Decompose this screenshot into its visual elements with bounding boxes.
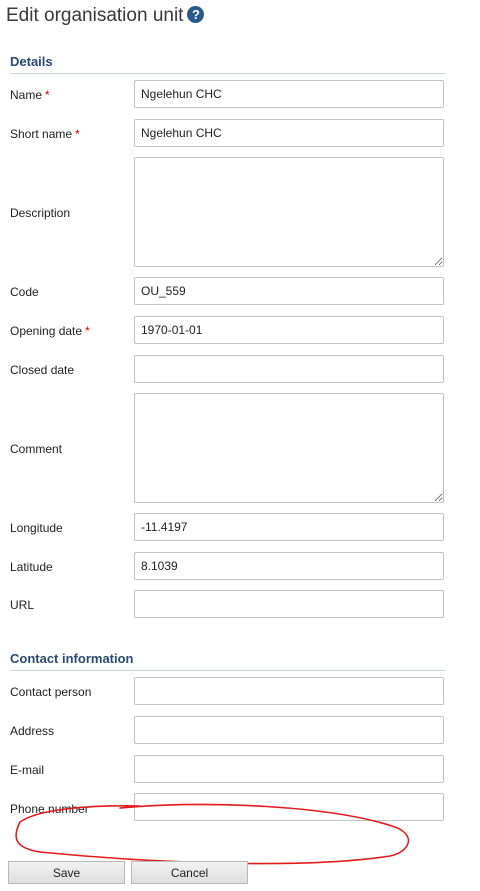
section-header-contact: Contact information bbox=[10, 651, 446, 671]
phone-number-input[interactable] bbox=[134, 793, 444, 821]
required-marker: * bbox=[75, 127, 80, 141]
email-input[interactable] bbox=[134, 755, 444, 783]
comment-textarea[interactable] bbox=[134, 393, 444, 503]
label-address: Address bbox=[10, 724, 55, 738]
label-code: Code bbox=[10, 285, 39, 299]
label-url: URL bbox=[10, 598, 35, 612]
label-latitude: Latitude bbox=[10, 560, 53, 574]
label-name: Name * bbox=[10, 88, 50, 102]
latitude-input[interactable] bbox=[134, 552, 444, 580]
description-textarea[interactable] bbox=[134, 157, 444, 267]
short-name-input[interactable] bbox=[134, 119, 444, 147]
closed-date-input[interactable] bbox=[134, 355, 444, 383]
code-input[interactable] bbox=[134, 277, 444, 305]
label-email: E-mail bbox=[10, 763, 45, 777]
help-icon[interactable]: ? bbox=[187, 6, 205, 23]
label-longitude: Longitude bbox=[10, 521, 63, 535]
label-opening-date: Opening date * bbox=[10, 324, 90, 338]
address-input[interactable] bbox=[134, 716, 444, 744]
required-marker: * bbox=[85, 324, 90, 338]
label-contact-person: Contact person bbox=[10, 685, 92, 699]
required-marker: * bbox=[45, 88, 50, 102]
name-input[interactable] bbox=[134, 80, 444, 108]
label-phone-number: Phone number bbox=[10, 802, 89, 816]
url-input[interactable] bbox=[134, 590, 444, 618]
save-button[interactable]: Save bbox=[8, 861, 125, 884]
opening-date-input[interactable] bbox=[134, 316, 444, 344]
label-comment: Comment bbox=[10, 442, 63, 456]
label-description: Description bbox=[10, 206, 71, 220]
page-title: Edit organisation unit? bbox=[6, 4, 205, 28]
cancel-button[interactable]: Cancel bbox=[131, 861, 248, 884]
longitude-input[interactable] bbox=[134, 513, 444, 541]
section-header-details: Details bbox=[10, 54, 446, 74]
label-closed-date: Closed date bbox=[10, 363, 75, 377]
contact-person-input[interactable] bbox=[134, 677, 444, 705]
label-short-name: Short name * bbox=[10, 127, 80, 141]
